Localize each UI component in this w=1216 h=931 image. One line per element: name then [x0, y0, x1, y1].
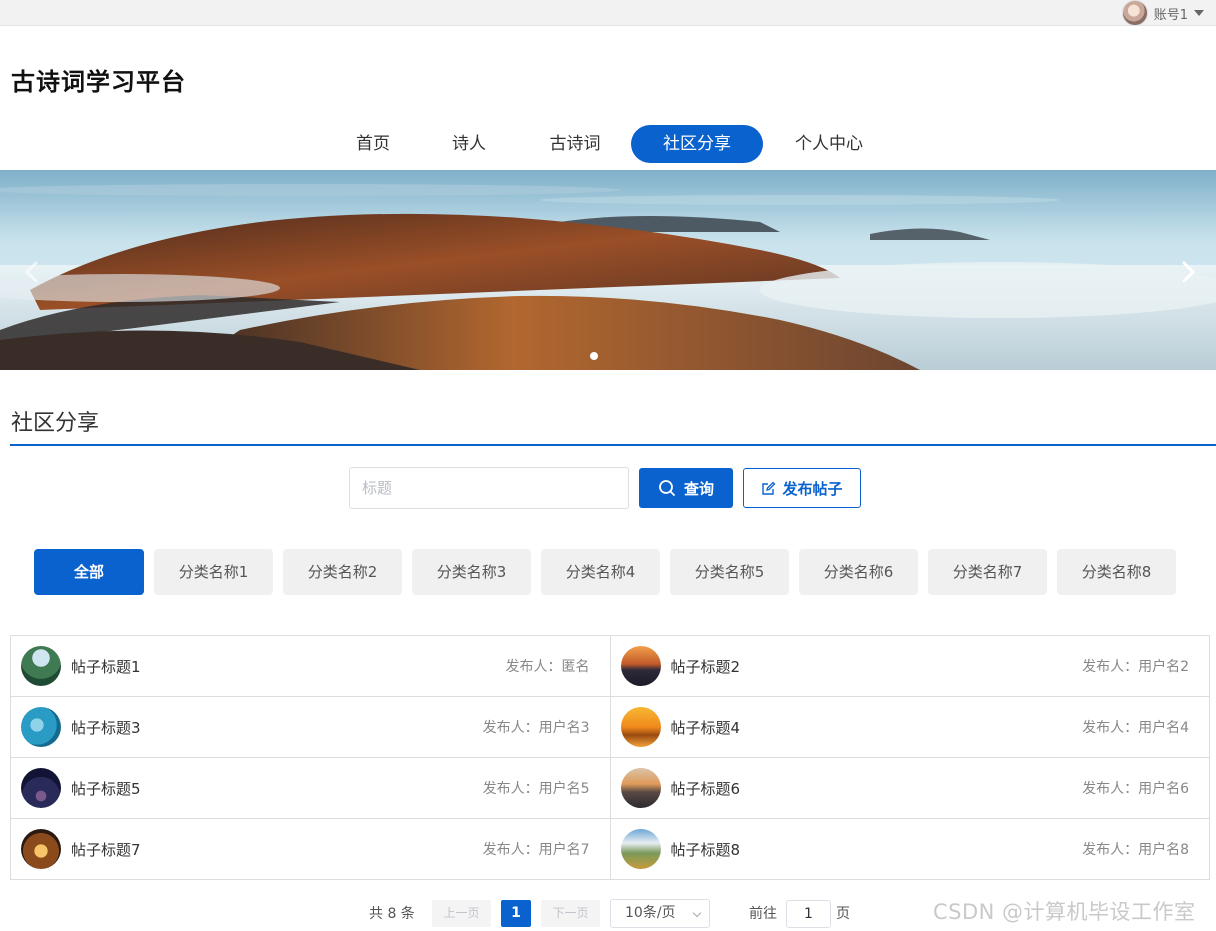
- post-author: 发布人：用户名7: [482, 842, 590, 858]
- post-item[interactable]: 帖子标题2 发布人：用户名2: [610, 636, 1210, 697]
- post-row: 帖子标题3 发布人：用户名3 帖子标题4 发布人：用户名4: [11, 697, 1210, 758]
- post-thumbnail: [620, 768, 661, 808]
- query-button[interactable]: 查询: [639, 468, 733, 508]
- site-title: 古诗词学习平台: [11, 68, 186, 96]
- search-input[interactable]: [349, 467, 629, 509]
- post-item[interactable]: 帖子标题5 发布人：用户名5: [11, 758, 611, 819]
- chevron-down-icon: [692, 908, 702, 918]
- current-page-button[interactable]: 1: [501, 900, 531, 927]
- nav-item-community[interactable]: 社区分享: [631, 125, 763, 163]
- post-title[interactable]: 帖子标题6: [671, 778, 1083, 799]
- watermark: CSDN @计算机毕设工作室: [933, 900, 1196, 924]
- page-size-select[interactable]: 10条/页: [610, 899, 710, 928]
- post-title[interactable]: 帖子标题8: [671, 839, 1083, 860]
- top-bar: 账号1: [0, 0, 1216, 26]
- post-item[interactable]: 帖子标题6 发布人：用户名6: [610, 758, 1210, 819]
- post-thumbnail: [21, 707, 61, 747]
- publish-post-button[interactable]: 发布帖子: [743, 468, 861, 508]
- carousel-indicator-dot[interactable]: [590, 352, 598, 360]
- post-list: 帖子标题1 发布人：匿名 帖子标题2 发布人：用户名2 帖子标题3 发布人：用户…: [10, 635, 1210, 880]
- post-title[interactable]: 帖子标题4: [671, 717, 1083, 738]
- main-nav: 首页 诗人 古诗词 社区分享 个人中心: [0, 125, 1216, 163]
- chevron-left-icon[interactable]: [22, 260, 42, 284]
- post-author: 发布人：用户名8: [1082, 842, 1189, 858]
- post-thumbnail: [21, 829, 61, 869]
- page-size-value: 10条/页: [625, 905, 676, 921]
- category-3[interactable]: 分类名称3: [412, 549, 531, 595]
- post-title[interactable]: 帖子标题7: [71, 839, 483, 860]
- category-4[interactable]: 分类名称4: [541, 549, 660, 595]
- post-author: 发布人：用户名4: [1082, 720, 1189, 736]
- post-item[interactable]: 帖子标题3 发布人：用户名3: [11, 697, 611, 758]
- post-row: 帖子标题1 发布人：匿名 帖子标题2 发布人：用户名2: [11, 636, 1210, 697]
- post-thumbnail: [620, 707, 661, 747]
- nav-item-poems[interactable]: 古诗词: [536, 125, 614, 163]
- post-thumbnail: [21, 646, 61, 686]
- edit-icon: [762, 481, 776, 495]
- banner-prev-arrow[interactable]: [22, 260, 42, 284]
- post-item[interactable]: 帖子标题1 发布人：匿名: [11, 636, 611, 697]
- post-author: 发布人：用户名5: [482, 781, 590, 797]
- post-author: 发布人：用户名2: [1082, 659, 1189, 675]
- banner-next-arrow[interactable]: [1178, 260, 1198, 284]
- page-suffix-label: 页: [836, 906, 850, 922]
- post-item[interactable]: 帖子标题4 发布人：用户名4: [610, 697, 1210, 758]
- category-all[interactable]: 全部: [34, 549, 144, 595]
- post-title[interactable]: 帖子标题2: [671, 656, 1083, 677]
- post-thumbnail: [21, 768, 61, 808]
- post-thumbnail: [620, 646, 661, 686]
- avatar[interactable]: [1121, 0, 1148, 26]
- prev-page-button[interactable]: 上一页: [432, 900, 491, 927]
- chevron-right-icon[interactable]: [1178, 260, 1198, 284]
- category-5[interactable]: 分类名称5: [670, 549, 789, 595]
- post-title[interactable]: 帖子标题3: [71, 717, 483, 738]
- nav-item-profile[interactable]: 个人中心: [782, 125, 876, 163]
- account-name[interactable]: 账号1: [1154, 4, 1188, 23]
- pagination-total: 共 8 条: [369, 906, 415, 922]
- section-title: 社区分享: [11, 411, 100, 436]
- post-title[interactable]: 帖子标题5: [71, 778, 483, 799]
- post-row: 帖子标题7 发布人：用户名7 帖子标题8 发布人：用户名8: [11, 819, 1210, 880]
- goto-page-input[interactable]: [786, 900, 831, 928]
- caret-down-icon[interactable]: [1194, 10, 1204, 16]
- post-title[interactable]: 帖子标题1: [71, 656, 506, 677]
- category-2[interactable]: 分类名称2: [283, 549, 402, 595]
- banner-image: [0, 170, 1216, 370]
- goto-label: 前往: [749, 906, 777, 922]
- search-icon: [659, 480, 675, 496]
- section-divider: [10, 444, 1216, 446]
- post-thumbnail: [620, 829, 661, 869]
- nav-item-home[interactable]: 首页: [338, 125, 408, 163]
- query-button-label: 查询: [683, 479, 714, 498]
- category-7[interactable]: 分类名称7: [928, 549, 1047, 595]
- account-menu[interactable]: 账号1: [1121, 0, 1204, 26]
- post-item[interactable]: 帖子标题8 发布人：用户名8: [610, 819, 1210, 880]
- category-1[interactable]: 分类名称1: [154, 549, 273, 595]
- post-author: 发布人：用户名3: [482, 720, 590, 736]
- publish-post-label: 发布帖子: [782, 479, 843, 498]
- post-author: 发布人：用户名6: [1082, 781, 1189, 797]
- post-row: 帖子标题5 发布人：用户名5 帖子标题6 发布人：用户名6: [11, 758, 1210, 819]
- post-item[interactable]: 帖子标题7 发布人：用户名7: [11, 819, 611, 880]
- category-8[interactable]: 分类名称8: [1057, 549, 1176, 595]
- next-page-button[interactable]: 下一页: [541, 900, 600, 927]
- banner-carousel[interactable]: [0, 170, 1216, 370]
- post-author: 发布人：匿名: [505, 659, 590, 675]
- category-6[interactable]: 分类名称6: [799, 549, 918, 595]
- nav-item-poets[interactable]: 诗人: [434, 125, 504, 163]
